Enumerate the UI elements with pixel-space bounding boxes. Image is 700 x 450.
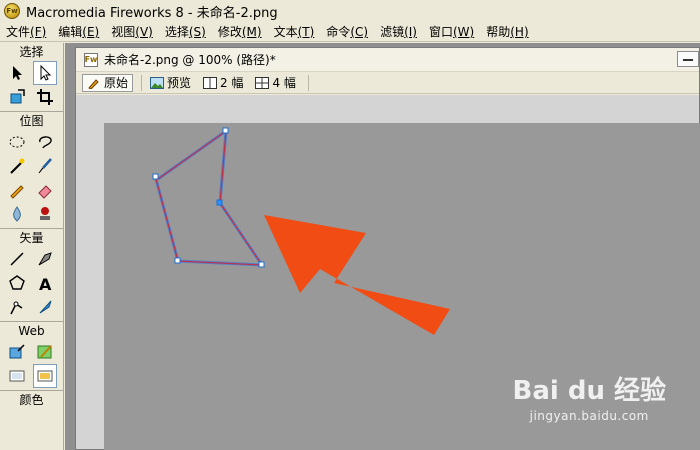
hide-slices-icon[interactable] bbox=[5, 364, 29, 388]
slice-icon[interactable] bbox=[33, 340, 57, 364]
tools-bitmap-section: 位图 bbox=[0, 112, 63, 229]
pencil-icon bbox=[87, 77, 101, 89]
tools-panel: 选择 位图 矢量 A Web 颜色 bbox=[0, 43, 64, 450]
baidu-jingyan-logo: Bai du 经验 bbox=[512, 376, 667, 406]
document-title: 未命名-2.png @ 100% (路径)* bbox=[104, 53, 276, 67]
menu-select[interactable]: 选择(S) bbox=[159, 23, 212, 40]
path-anchor[interactable] bbox=[152, 173, 159, 180]
menu-window[interactable]: 窗口(W) bbox=[423, 23, 480, 40]
knife-icon[interactable] bbox=[33, 295, 57, 319]
blur-icon[interactable] bbox=[5, 202, 29, 226]
watermark: Bai du 经验 jingyan.baidu.com bbox=[513, 370, 667, 423]
fireworks-logo-icon: Fw bbox=[4, 3, 20, 19]
window-title: Macromedia Fireworks 8 - 未命名-2.png bbox=[26, 5, 278, 21]
menu-bar: 文件(F) 编辑(E) 视图(V) 选择(S) 修改(M) 文本(T) 命令(C… bbox=[0, 22, 700, 42]
menu-text[interactable]: 文本(T) bbox=[268, 23, 321, 40]
eraser-icon[interactable] bbox=[33, 178, 57, 202]
tab-label: 2 幅 bbox=[220, 76, 244, 90]
rubber-stamp-icon[interactable] bbox=[33, 202, 57, 226]
section-title-web: Web bbox=[18, 324, 45, 338]
view-tabs: 原始 预览 2 幅 4 幅 bbox=[76, 72, 699, 94]
tab-2-up[interactable]: 2 幅 bbox=[199, 74, 247, 92]
watermark-url: jingyan.baidu.com bbox=[529, 409, 649, 423]
scale-icon[interactable] bbox=[5, 85, 29, 109]
section-title-vector: 矢量 bbox=[19, 231, 44, 245]
crop-icon[interactable] bbox=[33, 85, 57, 109]
image-preview-icon bbox=[150, 76, 165, 89]
pointer-icon[interactable] bbox=[5, 61, 29, 85]
section-title-bitmap: 位图 bbox=[19, 114, 44, 128]
line-icon[interactable] bbox=[5, 247, 29, 271]
tab-label: 预览 bbox=[167, 76, 192, 90]
tab-4-up[interactable]: 4 幅 bbox=[251, 74, 299, 92]
document-titlebar: Fw 未命名-2.png @ 100% (路径)* bbox=[76, 48, 699, 72]
text-icon[interactable]: A bbox=[33, 271, 57, 295]
tools-web-section: Web bbox=[0, 322, 63, 391]
menu-modify[interactable]: 修改(M) bbox=[212, 23, 268, 40]
pencil-icon[interactable] bbox=[5, 178, 29, 202]
document-icon: Fw bbox=[84, 52, 98, 67]
lasso-icon[interactable] bbox=[33, 130, 57, 154]
menu-help[interactable]: 帮助(H) bbox=[480, 23, 534, 40]
workspace: Bai du 经验 jingyan.baidu.com bbox=[76, 95, 700, 450]
show-slices-icon[interactable] bbox=[32, 364, 57, 388]
menu-view[interactable]: 视图(V) bbox=[105, 23, 159, 40]
four-up-icon bbox=[255, 76, 270, 89]
menu-commands[interactable]: 命令(C) bbox=[320, 23, 374, 40]
vector-path[interactable] bbox=[152, 127, 265, 268]
hotspot-icon[interactable] bbox=[5, 340, 29, 364]
minimize-button[interactable] bbox=[677, 51, 699, 67]
section-title-select: 选择 bbox=[19, 45, 44, 59]
tools-colors-section: 颜色 bbox=[0, 391, 63, 411]
canvas[interactable]: Bai du 经验 jingyan.baidu.com bbox=[104, 123, 700, 450]
magic-wand-icon[interactable] bbox=[5, 154, 29, 178]
path-anchor[interactable] bbox=[216, 199, 223, 206]
tab-preview[interactable]: 预览 bbox=[146, 74, 195, 92]
svg-text:A: A bbox=[39, 275, 52, 292]
two-up-icon bbox=[203, 76, 218, 89]
menu-filters[interactable]: 滤镜(I) bbox=[374, 23, 423, 40]
path-anchor[interactable] bbox=[258, 261, 265, 268]
annotation-arrow bbox=[264, 215, 450, 335]
tab-label: 4 幅 bbox=[272, 76, 296, 90]
section-title-colors: 颜色 bbox=[19, 393, 44, 407]
menu-file[interactable]: 文件(F) bbox=[0, 23, 52, 40]
marquee-icon[interactable] bbox=[5, 130, 29, 154]
tab-original[interactable]: 原始 bbox=[82, 73, 134, 92]
path-anchor[interactable] bbox=[174, 257, 181, 264]
freeform-icon[interactable] bbox=[5, 295, 29, 319]
tools-vector-section: 矢量 A bbox=[0, 229, 63, 322]
title-bar: Fw Macromedia Fireworks 8 - 未命名-2.png bbox=[0, 0, 700, 22]
document-area: Fw 未命名-2.png @ 100% (路径)* 原始 预览 2 幅 4 幅 bbox=[65, 43, 700, 450]
path-anchor[interactable] bbox=[222, 127, 229, 134]
rectangle-icon[interactable] bbox=[5, 271, 29, 295]
tab-label: 原始 bbox=[104, 76, 129, 90]
menu-edit[interactable]: 编辑(E) bbox=[52, 23, 105, 40]
document-window: Fw 未命名-2.png @ 100% (路径)* 原始 预览 2 幅 4 幅 bbox=[75, 47, 700, 450]
tools-select-section: 选择 bbox=[0, 43, 63, 112]
brush-icon[interactable] bbox=[33, 154, 57, 178]
pen-icon[interactable] bbox=[33, 247, 57, 271]
subselect-icon[interactable] bbox=[32, 61, 57, 85]
